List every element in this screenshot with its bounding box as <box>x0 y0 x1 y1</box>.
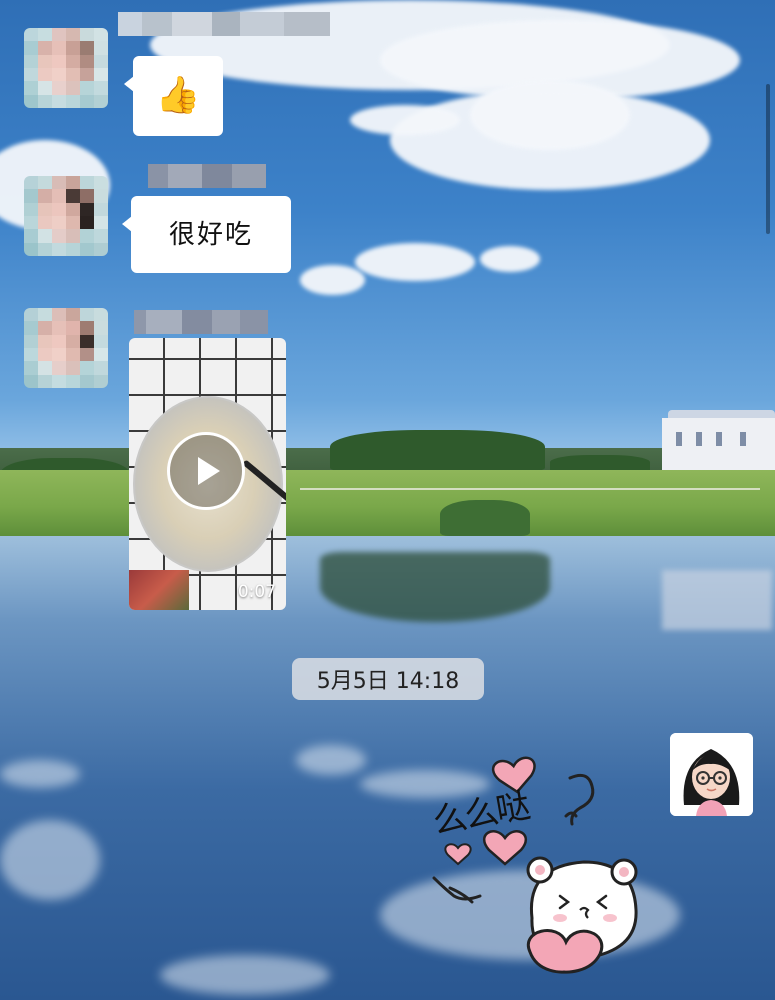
chat-scrollbar[interactable] <box>766 84 770 234</box>
sender-avatar[interactable] <box>24 28 108 108</box>
thumbs-up-icon: 👍 <box>155 75 201 116</box>
bear-heart-sticker-icon <box>432 756 638 974</box>
sender-name-blurred <box>118 12 330 36</box>
my-avatar[interactable] <box>670 733 753 816</box>
play-icon <box>198 457 220 485</box>
girl-with-glasses-avatar-icon <box>670 733 753 816</box>
sender-name-blurred <box>148 164 266 188</box>
chat-timestamp: 5月5日 14:18 <box>292 658 484 700</box>
text-message-bubble[interactable]: 很好吃 <box>122 196 291 273</box>
sender-avatar[interactable] <box>24 176 108 256</box>
message-text: 很好吃 <box>168 219 253 250</box>
video-message[interactable]: 0:07 <box>129 338 286 610</box>
emoji-message-bubble[interactable]: 👍 <box>124 56 223 136</box>
sender-avatar[interactable] <box>24 308 108 388</box>
sender-name-blurred <box>134 310 268 334</box>
play-button[interactable] <box>167 432 245 510</box>
chat-wallpaper <box>0 0 775 1000</box>
wallpaper-field <box>0 470 775 536</box>
sticker-message[interactable]: 么么哒 <box>420 738 645 978</box>
timestamp-text: 5月5日 14:18 <box>316 669 460 694</box>
video-duration: 0:07 <box>237 582 276 602</box>
